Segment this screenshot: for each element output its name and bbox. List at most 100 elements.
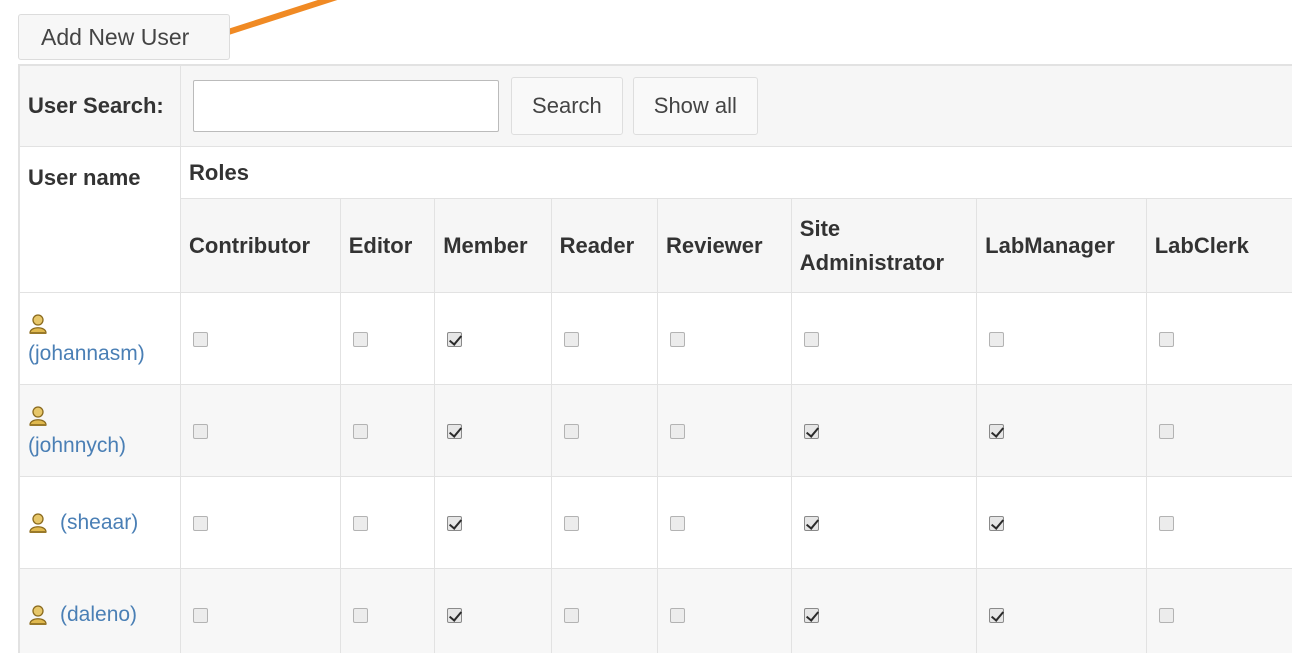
role-cell xyxy=(790,384,978,477)
role-column-header: LabClerk xyxy=(1145,198,1292,293)
role-cell xyxy=(550,476,658,569)
role-checkbox[interactable] xyxy=(352,424,368,440)
role-checkbox[interactable] xyxy=(563,516,579,532)
role-checkbox[interactable] xyxy=(669,332,685,348)
role-checkbox[interactable] xyxy=(669,516,685,532)
search-label: User Search: xyxy=(28,93,164,118)
role-cell xyxy=(339,384,436,477)
role-checkbox[interactable] xyxy=(1158,516,1174,532)
search-controls-cell: Search Show all xyxy=(180,65,1292,147)
username-cell: (daleno) xyxy=(19,568,182,653)
users-panel: User Search: Search Show all User name R… xyxy=(18,64,1292,653)
roles-header-label: Roles xyxy=(189,159,249,185)
role-cell xyxy=(790,476,978,569)
username-header-label: User name xyxy=(28,165,141,190)
role-cell xyxy=(656,568,792,653)
role-column-label: LabManager xyxy=(985,232,1115,258)
role-checkbox[interactable] xyxy=(989,332,1005,348)
role-column-label: Reviewer xyxy=(665,232,763,258)
role-cell xyxy=(1145,292,1292,385)
role-cell xyxy=(656,384,792,477)
search-button[interactable]: Search xyxy=(511,77,623,135)
role-cell xyxy=(434,292,552,385)
username-cell: (sheaar) xyxy=(19,476,182,569)
add-new-user-button[interactable]: Add New User xyxy=(18,14,230,60)
role-cell xyxy=(339,476,436,569)
role-cell xyxy=(976,476,1147,569)
username-link[interactable]: (johannasm) xyxy=(28,342,145,365)
role-checkbox-checked[interactable] xyxy=(447,516,463,532)
user-search-input[interactable] xyxy=(193,80,500,132)
table-row: (daleno) xyxy=(19,568,1292,653)
search-row: User Search: Search Show all xyxy=(19,65,1292,147)
role-cell xyxy=(1145,476,1292,569)
role-cell xyxy=(550,292,658,385)
role-checkbox-checked[interactable] xyxy=(447,424,463,440)
username-link[interactable]: (johnnych) xyxy=(28,434,126,457)
role-column-label: LabClerk xyxy=(1154,232,1249,258)
role-checkbox-checked[interactable] xyxy=(989,516,1005,532)
role-checkbox[interactable] xyxy=(193,608,209,624)
role-cell xyxy=(1145,384,1292,477)
role-column-header: Reader xyxy=(550,198,658,293)
user-icon xyxy=(29,605,47,625)
role-cell xyxy=(976,384,1147,477)
role-checkbox-checked[interactable] xyxy=(803,516,819,532)
role-cell xyxy=(656,292,792,385)
user-icon xyxy=(29,513,47,533)
role-cell xyxy=(790,568,978,653)
role-checkbox[interactable] xyxy=(1158,424,1174,440)
role-checkbox-checked[interactable] xyxy=(989,424,1005,440)
role-checkbox[interactable] xyxy=(193,424,209,440)
username-link[interactable]: (daleno) xyxy=(60,603,137,626)
role-cell xyxy=(976,568,1147,653)
username-link[interactable]: (sheaar) xyxy=(60,511,138,534)
role-checkbox[interactable] xyxy=(669,608,685,624)
role-column-header: Reviewer xyxy=(656,198,792,293)
username-cell: (johannasm) xyxy=(19,292,182,385)
role-checkbox[interactable] xyxy=(669,424,685,440)
role-column-label: Member xyxy=(443,232,528,258)
role-column-label: Editor xyxy=(348,232,413,258)
role-checkbox-checked[interactable] xyxy=(447,608,463,624)
role-checkbox[interactable] xyxy=(1158,332,1174,348)
user-icon xyxy=(29,406,47,426)
role-column-label: Contributor xyxy=(189,232,311,258)
role-checkbox[interactable] xyxy=(563,608,579,624)
role-cell xyxy=(550,384,658,477)
role-checkbox[interactable] xyxy=(193,516,209,532)
search-controls: Search Show all xyxy=(181,66,1292,146)
table-row: (sheaar) xyxy=(19,476,1292,569)
role-checkbox-checked[interactable] xyxy=(803,424,819,440)
role-checkbox-checked[interactable] xyxy=(989,608,1005,624)
role-checkbox[interactable] xyxy=(193,332,209,348)
role-checkbox[interactable] xyxy=(1158,608,1174,624)
role-cell xyxy=(656,476,792,569)
role-checkbox[interactable] xyxy=(563,332,579,348)
role-checkbox-checked[interactable] xyxy=(447,332,463,348)
role-cell xyxy=(339,568,436,653)
role-checkbox[interactable] xyxy=(563,424,579,440)
role-cell xyxy=(434,384,552,477)
user-management-page: Add New User User Search: Search Show al… xyxy=(0,0,1292,653)
role-cell xyxy=(180,292,341,385)
role-checkbox[interactable] xyxy=(803,332,819,348)
role-checkbox[interactable] xyxy=(352,608,368,624)
role-header-row: Contributor Editor Member Reader Reviewer Sit… xyxy=(20,198,1292,293)
users-table: User Search: Search Show all User name R… xyxy=(19,65,1292,653)
role-column-header: Editor xyxy=(339,198,436,293)
role-cell xyxy=(180,476,341,569)
role-checkbox-checked[interactable] xyxy=(803,608,819,624)
role-cell xyxy=(180,568,341,653)
roles-column-header: Roles xyxy=(180,146,1292,199)
role-cell xyxy=(550,568,658,653)
show-all-button[interactable]: Show all xyxy=(632,77,758,135)
role-checkbox[interactable] xyxy=(352,332,368,348)
role-checkbox[interactable] xyxy=(352,516,368,532)
table-row: (johnnych) xyxy=(19,384,1292,477)
role-column-header: Contributor xyxy=(180,198,341,293)
username-cell: (johnnych) xyxy=(19,384,182,477)
role-cell xyxy=(434,476,552,569)
role-cell xyxy=(790,292,978,385)
role-cell xyxy=(1145,568,1292,653)
